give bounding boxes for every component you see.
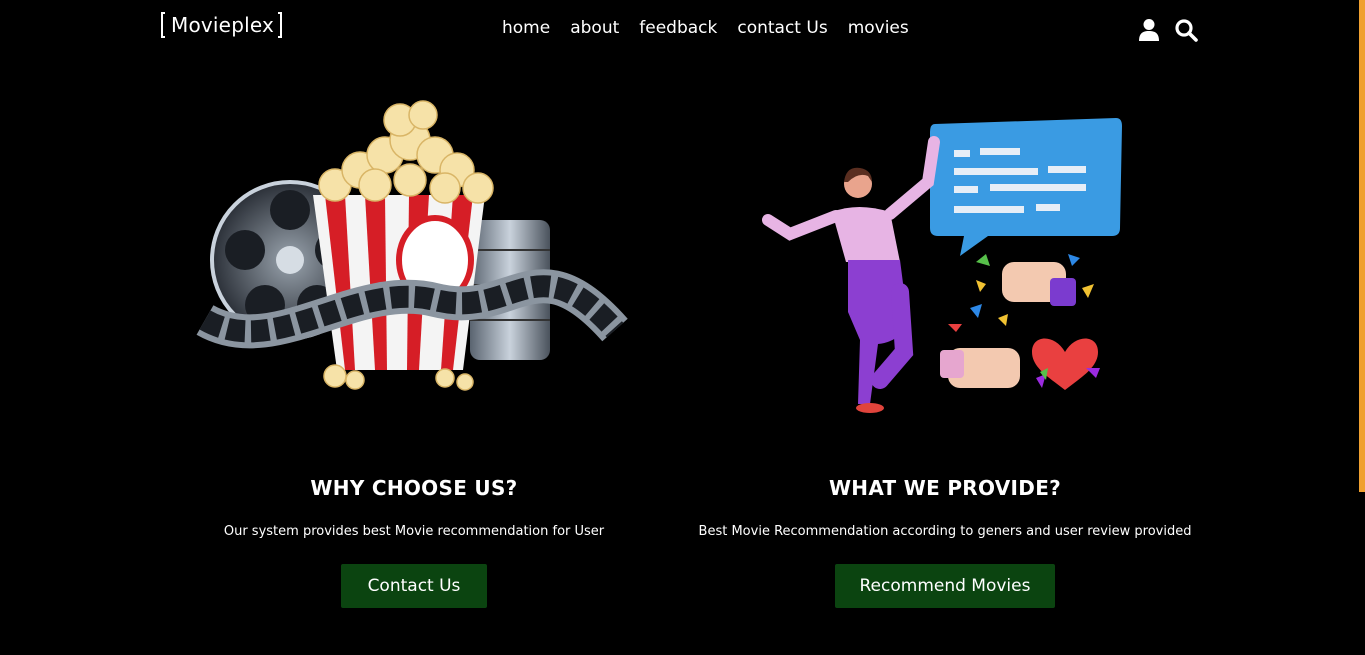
woman-feedback-chat-image xyxy=(750,112,1130,422)
site-logo[interactable]: Movieplex xyxy=(161,10,283,40)
what-we-provide-text: Best Movie Recommendation according to g… xyxy=(698,524,1192,539)
nav-home[interactable]: home xyxy=(502,18,550,38)
nav-movies[interactable]: movies xyxy=(848,18,909,38)
contact-us-button[interactable]: Contact Us xyxy=(341,564,487,608)
logo-bracket-right xyxy=(278,12,283,38)
nav-contact-us[interactable]: contact Us xyxy=(737,18,827,38)
user-icon[interactable] xyxy=(1138,18,1160,42)
nav-about[interactable]: about xyxy=(570,18,619,38)
what-we-provide-title: WHAT WE PROVIDE? xyxy=(828,476,1062,500)
scrollbar-thumb[interactable] xyxy=(1359,0,1365,492)
logo-bracket-left xyxy=(161,12,165,38)
popcorn-film-reel-image xyxy=(195,100,635,420)
recommend-movies-button[interactable]: Recommend Movies xyxy=(835,564,1055,608)
logo-text: Movieplex xyxy=(171,13,275,37)
main-nav: home about feedback contact Us movies xyxy=(502,18,909,38)
why-choose-us-title: WHY CHOOSE US? xyxy=(310,476,518,500)
search-icon[interactable] xyxy=(1174,18,1198,42)
nav-feedback[interactable]: feedback xyxy=(639,18,717,38)
why-choose-us-text: Our system provides best Movie recommend… xyxy=(223,524,605,539)
